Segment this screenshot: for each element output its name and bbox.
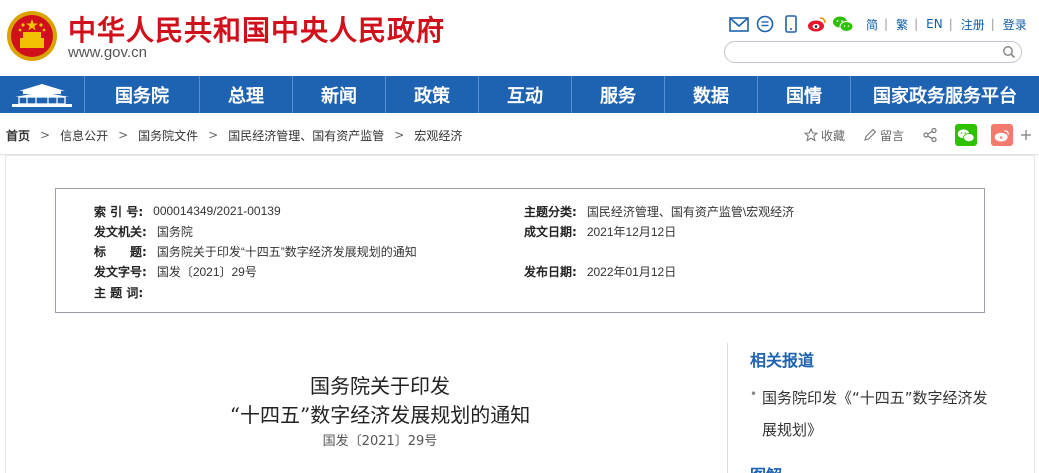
- nav-item-news[interactable]: 新闻: [293, 76, 386, 113]
- favorite-label: 收藏: [820, 128, 845, 143]
- nav-item-policy[interactable]: 政策: [386, 76, 479, 113]
- issuer-label: 发文机关:: [94, 224, 147, 239]
- document-info-table: 索 引 号: 000014349/2021-00139 主题分类: 国民经济管理…: [55, 188, 985, 313]
- star-icon: [803, 128, 818, 142]
- site-header: 中华人民共和国中央人民政府 www.gov.cn 简 | 繁 | EN | 注册…: [0, 0, 1039, 76]
- nav-item-state-council[interactable]: 国务院: [85, 76, 200, 113]
- doc-title-label: 标 题:: [94, 244, 147, 259]
- breadcrumb-info-disclosure[interactable]: 信息公开: [60, 127, 108, 144]
- nav-item-premier[interactable]: 总理: [200, 76, 293, 113]
- category-label: 主题分类:: [524, 204, 577, 219]
- article-title-line1: 国务院关于印发: [310, 374, 450, 398]
- created-date-value: 2021年12月12日: [586, 224, 677, 239]
- separator: |: [990, 17, 995, 31]
- wechat-share-button[interactable]: [955, 124, 977, 146]
- weibo-icon: [994, 129, 1009, 141]
- site-title[interactable]: 中华人民共和国中央人民政府: [68, 9, 445, 49]
- mail-icon[interactable]: [728, 14, 750, 34]
- login-link[interactable]: 登录: [1003, 16, 1027, 33]
- wechat-icon: [957, 128, 975, 142]
- more-button[interactable]: [1019, 124, 1033, 146]
- doc-number-value: 国发〔2021〕29号: [156, 264, 257, 279]
- search-box: [724, 41, 1022, 63]
- site-domain: www.gov.cn: [68, 44, 147, 61]
- index-number-value: 000014349/2021-00139: [153, 204, 281, 218]
- chevron-right-icon: >: [40, 128, 51, 142]
- comment-button[interactable]: 留言: [863, 127, 904, 144]
- doc-title-value: 国务院关于印发“十四五”数字经济发展规划的通知: [156, 244, 417, 259]
- sidebar-divider: [727, 343, 728, 473]
- search-icon[interactable]: [1002, 45, 1016, 59]
- breadcrumb-macroeconomy[interactable]: 宏观经济: [414, 127, 462, 144]
- related-reports-heading: 相关报道: [750, 351, 815, 370]
- wechat-icon[interactable]: [832, 14, 854, 34]
- lang-simplified-link[interactable]: 简: [866, 16, 878, 33]
- plus-icon: [1021, 130, 1031, 140]
- search-input[interactable]: [735, 44, 995, 60]
- chevron-right-icon: >: [208, 128, 219, 142]
- mobile-icon[interactable]: [780, 14, 802, 34]
- article-actions: 收藏 留言: [786, 120, 1033, 150]
- breadcrumb-home[interactable]: 首页: [6, 127, 30, 144]
- header-toolbar: 简 | 繁 | EN | 注册 | 登录: [728, 13, 1027, 35]
- register-link[interactable]: 注册: [961, 16, 985, 33]
- keywords-label: 主 题 词:: [94, 285, 144, 300]
- share-icon: [923, 127, 937, 143]
- lang-english-link[interactable]: EN: [926, 17, 943, 31]
- breadcrumb-state-council-docs[interactable]: 国务院文件: [138, 127, 198, 144]
- published-date-value: 2022年01月12日: [586, 264, 677, 279]
- share-button[interactable]: [922, 127, 941, 143]
- created-date-label: 成文日期:: [524, 224, 577, 239]
- weibo-share-button[interactable]: [991, 124, 1013, 146]
- article-doc-number: 国发〔2021〕29号: [322, 434, 438, 449]
- index-number-label: 索 引 号:: [94, 204, 144, 219]
- nav-item-services[interactable]: 服务: [572, 76, 665, 113]
- category-value: 国民经济管理、国有资产监管\宏观经济: [586, 204, 795, 219]
- home-gate-icon[interactable]: [0, 76, 85, 113]
- related-report-link[interactable]: 国务院印发《“十四五”数字经济发展规划》: [762, 382, 992, 446]
- breadcrumb-economy-management[interactable]: 国民经济管理、国有资产监管: [228, 127, 384, 144]
- chevron-right-icon: >: [394, 128, 405, 142]
- pencil-icon: [864, 128, 877, 141]
- chat-icon[interactable]: [754, 14, 776, 34]
- separator: |: [948, 17, 953, 31]
- bullet-icon: •: [750, 387, 758, 401]
- nav-item-interaction[interactable]: 互动: [479, 76, 572, 113]
- national-emblem-icon[interactable]: [6, 10, 58, 62]
- nav-item-national-conditions[interactable]: 国情: [758, 76, 851, 113]
- doc-number-label: 发文字号:: [94, 264, 147, 279]
- main-nav: 国务院 总理 新闻 政策 互动 服务 数据 国情 国家政务服务平台: [0, 76, 1039, 113]
- nav-item-data[interactable]: 数据: [665, 76, 758, 113]
- separator: |: [914, 17, 919, 31]
- weibo-icon[interactable]: [806, 14, 828, 34]
- favorite-button[interactable]: 收藏: [803, 127, 845, 144]
- separator: |: [884, 17, 889, 31]
- issuer-value: 国务院: [156, 224, 193, 239]
- lang-traditional-link[interactable]: 繁: [896, 16, 908, 33]
- chevron-right-icon: >: [118, 128, 129, 142]
- comment-label: 留言: [879, 128, 904, 143]
- article-title-line2: “十四五”数字经济发展规划的通知: [229, 403, 531, 427]
- nav-item-gov-service-platform[interactable]: 国家政务服务平台: [851, 76, 1039, 113]
- published-date-label: 发布日期:: [524, 264, 577, 279]
- infographic-heading: 图解: [750, 462, 782, 473]
